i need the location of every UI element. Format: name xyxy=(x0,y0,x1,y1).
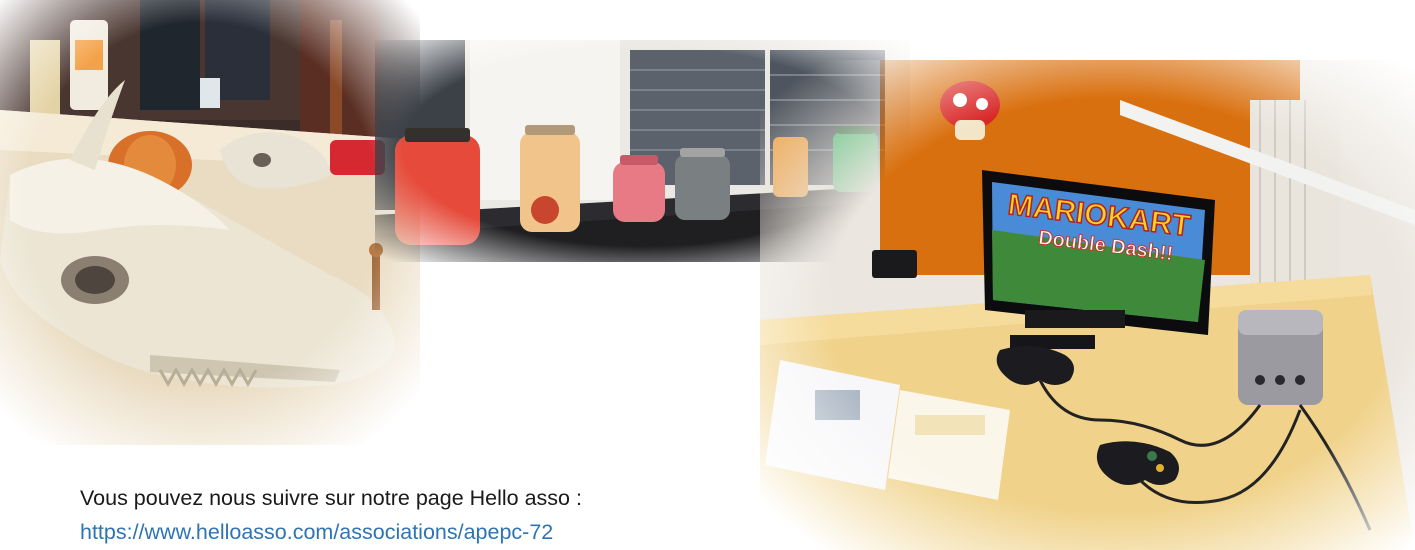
follow-text: Vous pouvez nous suivre sur notre page H… xyxy=(80,486,582,510)
photo-skulls xyxy=(0,0,420,445)
footer: Vous pouvez nous suivre sur notre page H… xyxy=(80,481,582,549)
photo-game: MARIOKART Double Dash!! xyxy=(760,60,1415,550)
helloasso-link[interactable]: https://www.helloasso.com/associations/a… xyxy=(80,515,582,549)
